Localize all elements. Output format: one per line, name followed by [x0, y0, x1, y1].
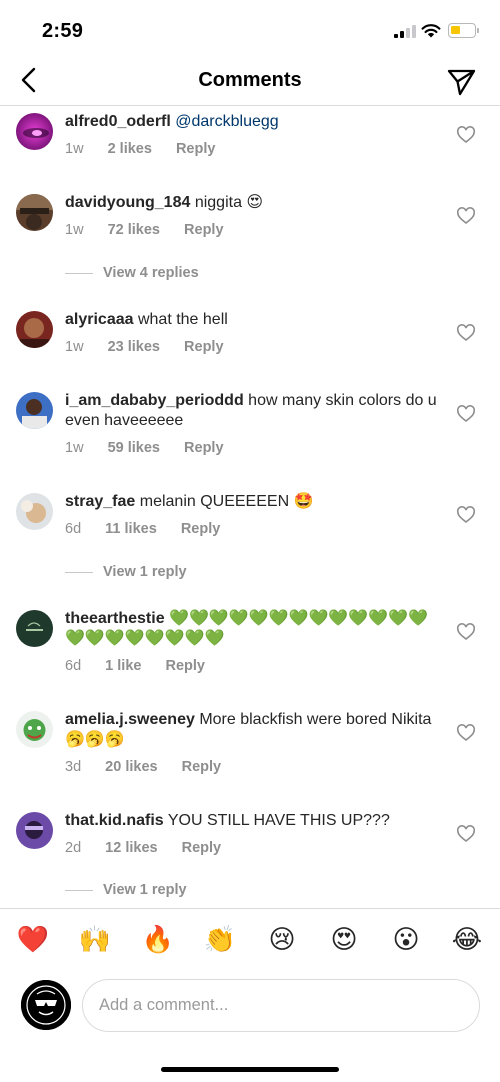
avatar[interactable] — [16, 392, 53, 429]
comment-time: 1w — [65, 222, 84, 238]
avatar[interactable] — [16, 812, 53, 849]
comment-text: that.kid.nafis YOU STILL HAVE THIS UP??? — [65, 811, 437, 831]
send-icon[interactable] — [444, 64, 478, 98]
comment-content: what the hell — [137, 311, 228, 328]
comment-likes[interactable]: 11 likes — [105, 521, 157, 537]
comment-content: melanin QUEEEEEN 🤩 — [139, 493, 314, 510]
comment-mention[interactable]: @darckbluegg — [175, 113, 278, 130]
comment-meta: 3d 20 likes Reply — [65, 759, 437, 775]
comment-text: alyricaaa what the hell — [65, 310, 437, 330]
comment-text: amelia.j.sweeney More blackfish were bor… — [65, 710, 437, 750]
comment-likes[interactable]: 72 likes — [108, 222, 160, 238]
comment-input[interactable] — [82, 979, 480, 1032]
comment-username[interactable]: i_am_dababy_perioddd — [65, 392, 244, 409]
emoji-clapping[interactable]: 👏 — [203, 925, 237, 955]
emoji-crying[interactable]: 😢 — [265, 925, 299, 955]
comment-likes[interactable]: 20 likes — [105, 759, 157, 775]
comment-username[interactable]: theearthestie — [65, 610, 165, 627]
wifi-icon — [421, 24, 441, 38]
reply-button[interactable]: Reply — [165, 658, 205, 674]
heart-outline-icon[interactable] — [456, 622, 476, 642]
comment-likes[interactable]: 12 likes — [105, 840, 157, 856]
comment-likes[interactable]: 2 likes — [108, 141, 152, 157]
heart-outline-icon[interactable] — [456, 404, 476, 424]
heart-outline-icon[interactable] — [456, 125, 476, 145]
comment-username[interactable]: amelia.j.sweeney — [65, 711, 195, 728]
comment-username[interactable]: alfred0_oderfl — [65, 113, 171, 130]
comment-username[interactable]: stray_fae — [65, 493, 135, 510]
reply-button[interactable]: Reply — [181, 521, 221, 537]
comment-content: niggita 😍 — [194, 194, 264, 211]
comment-time: 1w — [65, 339, 84, 355]
comments-list[interactable]: alfred0_oderfl @darckbluegg 1w 2 likes R… — [0, 107, 500, 907]
comment-meta: 2d 12 likes Reply — [65, 840, 437, 856]
emoji-heart[interactable]: ❤️ — [16, 925, 50, 955]
comment-meta: 1w 59 likes Reply — [65, 440, 437, 456]
view-replies-label: View 1 reply — [103, 882, 187, 898]
avatar[interactable] — [16, 113, 53, 150]
comment-time: 6d — [65, 658, 82, 674]
comment-username[interactable]: that.kid.nafis — [65, 812, 164, 829]
reply-button[interactable]: Reply — [182, 759, 222, 775]
comment-meta: 6d 1 like Reply — [65, 658, 437, 674]
battery-icon — [448, 23, 476, 38]
view-replies-label: View 1 reply — [103, 564, 187, 580]
comment-meta: 1w 72 likes Reply — [65, 222, 437, 238]
header: Comments — [0, 56, 500, 106]
view-replies-button[interactable]: View 4 replies — [65, 265, 199, 281]
comment-likes[interactable]: 1 like — [105, 658, 141, 674]
comment-content: YOU STILL HAVE THIS UP??? — [167, 812, 390, 829]
home-indicator — [161, 1067, 339, 1072]
view-replies-label: View 4 replies — [103, 265, 199, 281]
comment-likes[interactable]: 23 likes — [108, 339, 160, 355]
heart-outline-icon[interactable] — [456, 206, 476, 226]
view-replies-button[interactable]: View 1 reply — [65, 564, 187, 580]
emoji-surprised[interactable]: 😮 — [389, 925, 423, 955]
status-bar: 2:59 — [0, 0, 500, 56]
comment-time: 3d — [65, 759, 82, 775]
comment-time: 1w — [65, 440, 84, 456]
reply-button[interactable]: Reply — [184, 339, 224, 355]
reply-button[interactable]: Reply — [182, 840, 222, 856]
avatar[interactable] — [16, 194, 53, 231]
heart-outline-icon[interactable] — [456, 505, 476, 525]
reply-button[interactable]: Reply — [176, 141, 216, 157]
status-time: 2:59 — [42, 20, 84, 42]
reply-button[interactable]: Reply — [184, 222, 224, 238]
comment-text: stray_fae melanin QUEEEEEN 🤩 — [65, 492, 437, 512]
comment-meta: 6d 11 likes Reply — [65, 521, 437, 537]
comment-text: alfred0_oderfl @darckbluegg — [65, 112, 437, 132]
signal-icon — [394, 25, 416, 38]
comment-text: davidyoung_184 niggita 😍 — [65, 193, 437, 213]
comment-username[interactable]: alyricaaa — [65, 311, 134, 328]
comment-likes[interactable]: 59 likes — [108, 440, 160, 456]
avatar[interactable] — [16, 311, 53, 348]
heart-outline-icon[interactable] — [456, 824, 476, 844]
comment-text: theearthestie 💚💚💚💚💚💚💚💚💚💚💚💚💚💚💚💚💚💚💚💚💚 — [65, 609, 437, 649]
emoji-bar: ❤️ 🙌 🔥 👏 😢 😍 😮 😂 — [0, 908, 500, 970]
comment-time: 2d — [65, 840, 82, 856]
avatar[interactable] — [16, 610, 53, 647]
heart-outline-icon[interactable] — [456, 323, 476, 343]
avatar[interactable] — [16, 711, 53, 748]
heart-outline-icon[interactable] — [456, 723, 476, 743]
page-title: Comments — [198, 69, 302, 91]
comment-time: 1w — [65, 141, 84, 157]
comment-time: 6d — [65, 521, 82, 537]
comment-meta: 1w 23 likes Reply — [65, 339, 437, 355]
avatar[interactable] — [16, 493, 53, 530]
reply-button[interactable]: Reply — [184, 440, 224, 456]
view-replies-button[interactable]: View 1 reply — [65, 882, 187, 898]
comment-meta: 1w 2 likes Reply — [65, 141, 437, 157]
emoji-heart-eyes[interactable]: 😍 — [327, 925, 361, 955]
comment-username[interactable]: davidyoung_184 — [65, 194, 190, 211]
avatar — [21, 980, 71, 1030]
emoji-tears-of-joy[interactable]: 😂 — [450, 925, 484, 955]
emoji-fire[interactable]: 🔥 — [141, 925, 175, 955]
comment-text: i_am_dababy_perioddd how many skin color… — [65, 391, 437, 431]
emoji-raised-hands[interactable]: 🙌 — [78, 925, 112, 955]
